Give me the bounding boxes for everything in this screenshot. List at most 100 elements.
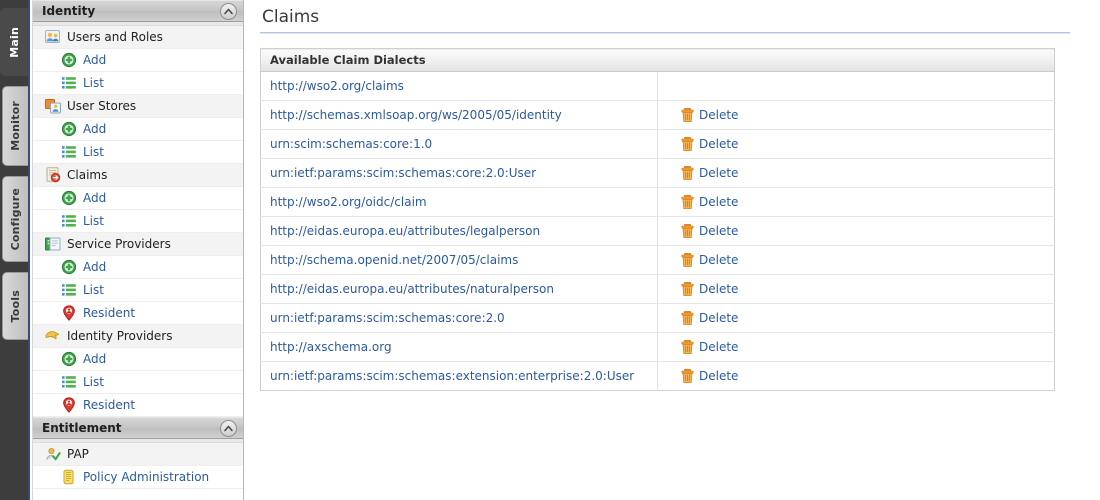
menu-header-entitlement[interactable]: Entitlement: [33, 417, 243, 439]
claim-dialect-cell: http://schemas.xmlsoap.org/ws/2005/05/id…: [260, 100, 658, 130]
delete-action[interactable]: Delete: [667, 108, 1054, 122]
sidebar-group-users-and-roles[interactable]: Users and Roles: [33, 26, 243, 49]
list-icon: [62, 376, 76, 388]
claim-dialect-link[interactable]: http://schema.openid.net/2007/05/claims: [270, 253, 518, 267]
delete-label[interactable]: Delete: [699, 195, 738, 209]
sidebar-item-label: Add: [83, 53, 107, 67]
sidebar-group-claims[interactable]: Claims: [33, 164, 243, 187]
tab-tools-label: Tools: [9, 289, 22, 323]
sidebar-group-pap[interactable]: PAP: [33, 443, 243, 466]
claim-dialect-link[interactable]: http://wso2.org/oidc/claim: [270, 195, 427, 209]
menu-header-identity[interactable]: Identity: [33, 0, 243, 22]
trash-icon[interactable]: [681, 311, 694, 325]
claim-dialect-link[interactable]: http://wso2.org/claims: [270, 79, 404, 93]
sidebar-item-users-and-roles-list[interactable]: List: [33, 72, 243, 95]
delete-label[interactable]: Delete: [699, 137, 738, 151]
delete-action[interactable]: Delete: [667, 369, 1054, 383]
delete-label[interactable]: Delete: [699, 282, 738, 296]
delete-action[interactable]: Delete: [667, 166, 1054, 180]
action-cell: Delete: [657, 274, 1055, 304]
add-green-plus-icon: [61, 121, 77, 137]
claim-dialect-link[interactable]: http://schemas.xmlsoap.org/ws/2005/05/id…: [270, 108, 562, 122]
add-green-plus-icon: [61, 259, 77, 275]
entitlement-menu-tree: PAP Policy Administration: [33, 443, 243, 489]
trash-icon[interactable]: [681, 195, 694, 209]
sidebar-group-user-stores[interactable]: User Stores: [33, 95, 243, 118]
delete-action[interactable]: Delete: [667, 253, 1054, 267]
sidebar-item-identity-providers-resident[interactable]: Resident: [33, 394, 243, 417]
sidebar-item-user-stores-add[interactable]: Add: [33, 118, 243, 141]
claim-dialect-link[interactable]: http://axschema.org: [270, 340, 392, 354]
sidebar-item-service-providers-add[interactable]: Add: [33, 256, 243, 279]
table-row: http://wso2.org/claims: [260, 71, 1055, 101]
sidebar-group-label: Identity Providers: [67, 329, 173, 343]
claim-dialect-link[interactable]: urn:scim:schemas:core:1.0: [270, 137, 432, 151]
sidebar-item-service-providers-resident[interactable]: Resident: [33, 302, 243, 325]
delete-action[interactable]: Delete: [667, 224, 1054, 238]
trash-icon[interactable]: [681, 166, 694, 180]
table-row: urn:scim:schemas:core:1.0 Delete: [260, 129, 1055, 159]
chevron-up-circle-icon[interactable]: [220, 420, 237, 437]
trash-icon[interactable]: [681, 137, 694, 151]
sidebar-item-label: Add: [83, 122, 107, 136]
action-cell: Delete: [657, 303, 1055, 333]
table-row: http://axschema.org Delete: [260, 332, 1055, 362]
trash-icon[interactable]: [681, 108, 694, 122]
table-head: Available Claim Dialects: [260, 48, 1055, 72]
delete-label[interactable]: Delete: [699, 311, 738, 325]
sidebar-item-label: List: [83, 145, 104, 159]
sidebar-item-pap-policy-administration[interactable]: Policy Administration: [33, 466, 243, 489]
sidebar-item-service-providers-list[interactable]: List: [33, 279, 243, 302]
sidebar-item-claims-add[interactable]: Add: [33, 187, 243, 210]
claim-dialect-cell: urn:ietf:params:scim:schemas:core:2.0:Us…: [260, 158, 658, 188]
tab-configure[interactable]: Configure: [2, 176, 28, 262]
main-content-area: Claims Available Claim Dialects http://w…: [245, 0, 1100, 500]
claim-dialect-link[interactable]: urn:ietf:params:scim:schemas:core:2.0:Us…: [270, 166, 536, 180]
sidebar-item-label: Policy Administration: [83, 470, 210, 484]
tab-main[interactable]: Main: [0, 8, 28, 76]
navigation-sidebar: Identity Users and Roles Add List User Stor…: [32, 0, 244, 500]
delete-action[interactable]: Delete: [667, 282, 1054, 296]
claim-dialect-link[interactable]: http://eidas.europa.eu/attributes/natura…: [270, 282, 554, 296]
sidebar-item-identity-providers-list[interactable]: List: [33, 371, 243, 394]
delete-action[interactable]: Delete: [667, 340, 1054, 354]
delete-action[interactable]: Delete: [667, 311, 1054, 325]
trash-icon[interactable]: [681, 369, 694, 383]
trash-icon[interactable]: [681, 253, 694, 267]
table-row: urn:ietf:params:scim:schemas:core:2.0 Del…: [260, 303, 1055, 333]
delete-action[interactable]: Delete: [667, 195, 1054, 209]
claim-dialect-link[interactable]: urn:ietf:params:scim:schemas:core:2.0: [270, 311, 505, 325]
delete-label[interactable]: Delete: [699, 108, 738, 122]
sidebar-item-identity-providers-add[interactable]: Add: [33, 348, 243, 371]
trash-icon[interactable]: [681, 340, 694, 354]
claim-dialect-link[interactable]: http://eidas.europa.eu/attributes/legalp…: [270, 224, 540, 238]
tab-monitor[interactable]: Monitor: [2, 86, 28, 166]
claims-icon: [46, 167, 61, 183]
table-row: urn:ietf:params:scim:schemas:core:2.0:Us…: [260, 158, 1055, 188]
sidebar-item-claims-list[interactable]: List: [33, 210, 243, 233]
action-cell: Delete: [657, 158, 1055, 188]
menu-header-identity-label: Identity: [42, 4, 96, 18]
delete-label[interactable]: Delete: [699, 369, 738, 383]
claim-dialect-cell: http://wso2.org/oidc/claim: [260, 187, 658, 217]
delete-action[interactable]: Delete: [667, 137, 1054, 151]
tab-monitor-label: Monitor: [9, 101, 22, 151]
tab-tools[interactable]: Tools: [2, 272, 28, 340]
delete-label[interactable]: Delete: [699, 253, 738, 267]
chevron-up-circle-icon[interactable]: [220, 3, 237, 20]
tab-configure-label: Configure: [9, 187, 22, 251]
sidebar-item-user-stores-list[interactable]: List: [33, 141, 243, 164]
claim-dialect-link[interactable]: urn:ietf:params:scim:schemas:extension:e…: [270, 369, 634, 383]
sidebar-item-label: Resident: [83, 306, 136, 320]
delete-label[interactable]: Delete: [699, 340, 738, 354]
trash-icon[interactable]: [681, 224, 694, 238]
sidebar-group-service-providers[interactable]: Service Providers: [33, 233, 243, 256]
trash-icon[interactable]: [681, 282, 694, 296]
sidebar-item-users-and-roles-add[interactable]: Add: [33, 49, 243, 72]
action-cell: Delete: [657, 245, 1055, 275]
resident-red-icon: [63, 397, 75, 413]
sidebar-group-identity-providers[interactable]: Identity Providers: [33, 325, 243, 348]
delete-label[interactable]: Delete: [699, 224, 738, 238]
page-title: Claims: [262, 7, 320, 27]
delete-label[interactable]: Delete: [699, 166, 738, 180]
